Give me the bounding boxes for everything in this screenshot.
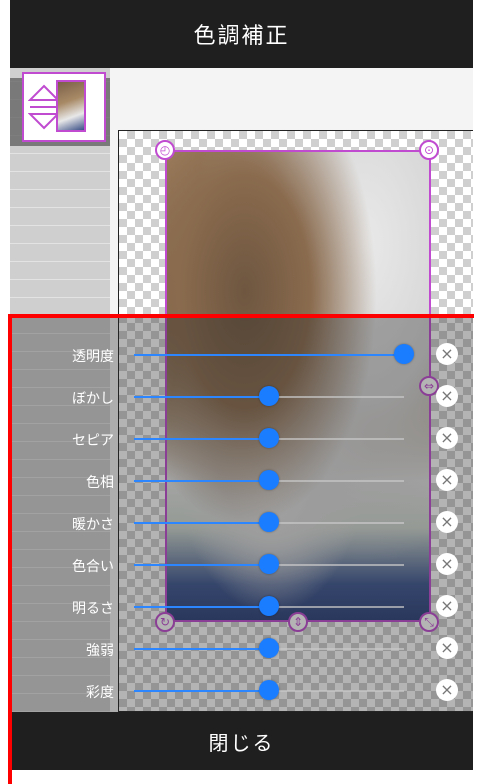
slider-fill bbox=[134, 606, 269, 608]
slider-label: ぼかし bbox=[72, 391, 114, 407]
slider-fill bbox=[134, 480, 269, 482]
slider-knob[interactable] bbox=[259, 638, 279, 658]
settings-icon[interactable]: ⊙ bbox=[419, 140, 439, 160]
slider-label: セピア bbox=[72, 433, 114, 449]
slider-fill bbox=[134, 690, 269, 692]
slider-knob[interactable] bbox=[259, 470, 279, 490]
page-title: 色調補正 bbox=[193, 24, 290, 49]
slider-knob[interactable] bbox=[394, 344, 414, 364]
slider-fill bbox=[134, 354, 404, 356]
slider-label: 色合い bbox=[72, 559, 114, 575]
reset-icon[interactable]: × bbox=[436, 427, 458, 449]
slider-label: 色相 bbox=[86, 475, 114, 491]
slider-fill bbox=[134, 438, 269, 440]
slider-row: 色相 × bbox=[10, 460, 473, 502]
slider-knob[interactable] bbox=[259, 386, 279, 406]
slider-label: 透明度 bbox=[72, 349, 114, 365]
slider-knob[interactable] bbox=[259, 428, 279, 448]
reset-icon[interactable]: × bbox=[436, 385, 458, 407]
slider-row: 色合い × bbox=[10, 544, 473, 586]
reset-icon[interactable]: × bbox=[436, 553, 458, 575]
slider-track[interactable] bbox=[134, 354, 404, 356]
layer-thumbnail-image[interactable] bbox=[56, 80, 86, 132]
slider-row: 強弱 × bbox=[10, 628, 473, 670]
slider-row: 暖かさ × bbox=[10, 502, 473, 544]
reset-icon[interactable]: × bbox=[436, 637, 458, 659]
slider-row: 明るさ × bbox=[10, 586, 473, 628]
reset-icon[interactable]: × bbox=[436, 511, 458, 533]
slider-label: 暖かさ bbox=[72, 517, 114, 533]
slider-row: セピア × bbox=[10, 418, 473, 460]
close-button[interactable]: 閉じる bbox=[209, 727, 275, 756]
reset-icon[interactable]: × bbox=[436, 679, 458, 701]
reset-icon[interactable]: × bbox=[436, 469, 458, 491]
slider-row: 透明度 × bbox=[10, 334, 473, 376]
slider-label: 明るさ bbox=[72, 601, 114, 617]
slider-label: 強弱 bbox=[86, 643, 114, 659]
clock-icon[interactable]: ◴ bbox=[155, 140, 175, 160]
reset-icon[interactable]: × bbox=[436, 343, 458, 365]
slider-row: 彩度 × bbox=[10, 670, 473, 712]
slider-knob[interactable] bbox=[259, 512, 279, 532]
slider-row: ぼかし × bbox=[10, 376, 473, 418]
reset-icon[interactable]: × bbox=[436, 595, 458, 617]
header-bar: 色調補正 bbox=[10, 0, 473, 68]
slider-fill bbox=[134, 648, 269, 650]
slider-fill bbox=[134, 522, 269, 524]
slider-knob[interactable] bbox=[259, 554, 279, 574]
slider-knob[interactable] bbox=[259, 680, 279, 700]
slider-fill bbox=[134, 564, 269, 566]
close-bar[interactable]: 閉じる bbox=[10, 712, 473, 770]
slider-knob[interactable] bbox=[259, 596, 279, 616]
slider-label: 彩度 bbox=[86, 685, 114, 701]
slider-fill bbox=[134, 396, 269, 398]
